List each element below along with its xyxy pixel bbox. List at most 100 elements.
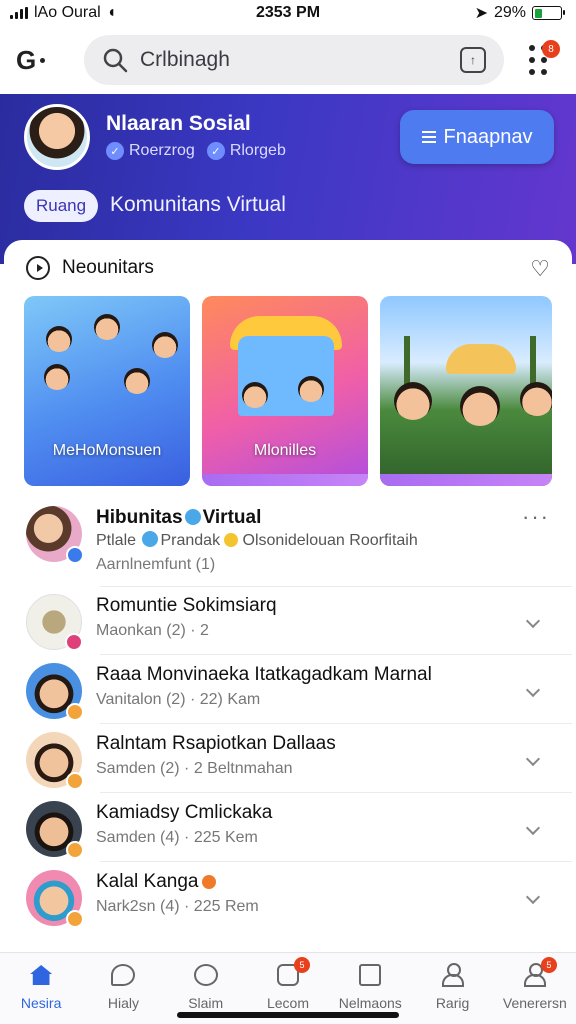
post-title: Kamiadsy Cmlickaka: [96, 802, 273, 823]
verified-icon: [184, 509, 201, 525]
profile-name: Nlaaran Sosial: [106, 112, 251, 135]
avatar-badge: [66, 841, 84, 859]
pavilion-dome: [446, 344, 516, 374]
media-card-label: MeHoMonsuen: [52, 442, 162, 459]
nav-label: Nelmaons: [338, 995, 402, 1011]
carrier-label: lAo Oural: [34, 4, 101, 21]
list-item[interactable]: Romuntie Sokimsiarq Maonkan (2) · 2: [4, 594, 572, 651]
post-title: Romuntie Sokimsiarq: [96, 595, 277, 616]
nav-label: Venerersn: [502, 995, 567, 1011]
post-meta: Samden (4) · 225 Kem: [96, 829, 258, 846]
media-card[interactable]: MeHoMonsuen: [24, 296, 190, 486]
profile-stat-2-label: Rlorgeb: [229, 142, 286, 159]
share-icon[interactable]: ↑: [460, 47, 486, 73]
wifi-icon: ◖: [106, 4, 117, 21]
post-tag[interactable]: Prandak: [160, 532, 220, 549]
battery-level: [534, 8, 542, 18]
list-item[interactable]: Ralntam Rsapiotkan Dallaas Samden (2) · …: [4, 732, 572, 790]
nav-item-home[interactable]: Nesira: [0, 953, 82, 1024]
search-input[interactable]: [140, 48, 448, 72]
verified-icon: [142, 531, 159, 547]
list-item[interactable]: Kalal Kanga Nark2sn (4) · 225 Rem: [4, 870, 572, 928]
chevron-down-icon[interactable]: [516, 744, 550, 778]
avatar: [26, 663, 84, 721]
post-title: Hibunitas Virtual: [96, 506, 522, 530]
post-meta: Maonkan (2) · 2: [96, 622, 209, 639]
post-title-suffix: Virtual: [202, 507, 262, 528]
avatar-badge: [66, 910, 84, 928]
list-item[interactable]: Raaa Monvinaeka Itatkagadkam Marnal Vani…: [4, 663, 572, 721]
avatar: [26, 506, 84, 564]
nav-label: Nesira: [20, 995, 62, 1011]
avatar: [26, 870, 84, 928]
nav-item-person[interactable]: Rarig: [411, 953, 493, 1024]
content-panel: Neounitars ♡ MeHoMonsuen Mlonilles Hibun…: [4, 240, 572, 952]
profile-stat-1[interactable]: ✓ Roerzrog: [106, 142, 195, 160]
divider: [100, 792, 572, 793]
post-title-text: Hibunitas: [96, 507, 183, 528]
emoji-icon: [224, 533, 239, 547]
chevron-down-icon[interactable]: [516, 813, 550, 847]
profile-hero: Nlaaran Sosial ✓ Roerzrog ✓ Rlorgeb Fnaapn…: [0, 94, 576, 264]
post-subline: Ptlale Prandak Olsonidelouan Roorfitaih: [96, 530, 522, 552]
chevron-down-icon[interactable]: [516, 606, 550, 640]
menu-dots-icon: [529, 45, 535, 51]
signal-icon: [10, 7, 28, 19]
menu-badge: 8: [542, 40, 560, 58]
list-item[interactable]: Kamiadsy Cmlickaka Samden (4) · 225 Kem: [4, 801, 572, 859]
check-icon: ✓: [106, 142, 124, 160]
child-figure: [46, 326, 72, 352]
logo-icon: G: [16, 44, 37, 75]
avatar-badge: [66, 772, 84, 790]
nav-item-profile[interactable]: 5 Venerersn: [494, 953, 576, 1024]
battery-percent: 29%: [493, 4, 526, 21]
nav-label: Lecom: [266, 995, 309, 1011]
media-card[interactable]: [380, 296, 552, 486]
top-bar: G ↑ 8: [0, 26, 576, 94]
profile-stat-1-label: Roerzrog: [129, 142, 195, 159]
hero-action-label: Fnaapnav: [443, 125, 533, 148]
child-figure: [44, 364, 70, 390]
nav-label: Hialy: [107, 995, 139, 1011]
home-icon: [30, 965, 53, 985]
post-meta: Nark2sn (4) · 225 Rem: [96, 898, 259, 915]
section-title: Neounitars: [62, 257, 154, 278]
post-title: Kalal Kanga: [96, 870, 516, 894]
play-circle-icon: [26, 256, 50, 280]
child-figure: [94, 314, 120, 340]
home-indicator: [177, 1012, 399, 1018]
list-item[interactable]: Hibunitas Virtual Ptlale Prandak Olsonide…: [4, 504, 572, 576]
profile-avatar[interactable]: [24, 104, 90, 170]
menu-button[interactable]: 8: [516, 38, 560, 82]
search-icon: [103, 48, 128, 73]
room-chip[interactable]: Ruang: [24, 190, 99, 222]
heart-icon[interactable]: ♡: [530, 256, 550, 282]
post-meta: Samden (2) · 2 Beltnmahan: [96, 760, 293, 777]
nav-label: Slaim: [188, 995, 224, 1011]
profile-stat-2[interactable]: ✓ Rlorgeb: [206, 142, 286, 160]
child-figure: [520, 382, 552, 416]
post-title: Ralntam Rsapiotkan Dallaas: [96, 733, 336, 754]
nav-badge: 5: [540, 957, 557, 973]
chevron-down-icon[interactable]: [516, 675, 550, 709]
hero-subtitle: Komunitans Virtual: [110, 193, 286, 216]
chevron-down-icon[interactable]: [516, 882, 550, 916]
avatar: [26, 594, 83, 651]
hero-action-button[interactable]: Fnaapnav: [400, 110, 554, 164]
post-title-text: Kalal Kanga: [96, 871, 199, 892]
post-author[interactable]: Ptlale: [96, 532, 136, 549]
child-figure: [152, 332, 178, 358]
section-header: Neounitars: [26, 256, 154, 280]
media-card[interactable]: Mlonilles: [202, 296, 368, 486]
nav-item-chat[interactable]: Hialy: [82, 953, 164, 1024]
child-figure: [242, 382, 268, 408]
chat-bubble-icon: [111, 964, 136, 986]
logo-button[interactable]: G: [16, 40, 72, 80]
post-title: Raaa Monvinaeka Itatkagadkam Marnal: [96, 664, 432, 685]
divider: [100, 861, 572, 862]
more-options-button[interactable]: ···: [522, 504, 550, 530]
child-figure: [298, 376, 324, 402]
post-meta: Vanitalon (2) · 22) Kam: [96, 691, 261, 708]
child-figure: [124, 368, 150, 394]
search-bar[interactable]: ↑: [84, 35, 504, 85]
